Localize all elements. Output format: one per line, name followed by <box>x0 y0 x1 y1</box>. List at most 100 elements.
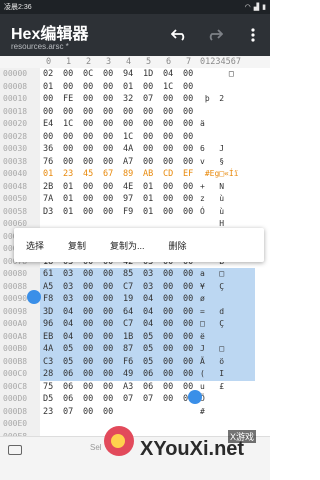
row-text[interactable]: v § <box>200 157 224 166</box>
hex-byte[interactable]: 00 <box>163 282 173 292</box>
hex-byte[interactable]: 06 <box>63 394 73 404</box>
hex-byte[interactable]: 00 <box>183 194 193 204</box>
hex-byte[interactable]: 01 <box>143 182 153 192</box>
hex-byte[interactable]: 05 <box>63 344 73 354</box>
hex-byte[interactable]: 00 <box>183 157 193 167</box>
hex-byte[interactable]: 00 <box>143 82 153 92</box>
hex-byte[interactable]: 00 <box>103 207 113 217</box>
hex-byte[interactable]: 1B <box>123 332 133 342</box>
hex-byte[interactable]: 00 <box>43 94 53 104</box>
row-text[interactable]: ¥ Ç <box>200 282 224 291</box>
hex-byte[interactable]: AB <box>143 169 153 179</box>
hex-byte[interactable]: 7A <box>43 194 53 204</box>
hex-byte[interactable]: 00 <box>163 182 173 192</box>
hex-byte[interactable]: 00 <box>83 294 93 304</box>
row-text[interactable]: ä <box>200 119 205 128</box>
hex-byte[interactable]: 67 <box>103 169 113 179</box>
hex-byte[interactable]: 00 <box>163 144 173 154</box>
hex-row[interactable]: 00088 A5 03 00 00 C7 03 00 00 ¥ Ç <box>0 281 270 294</box>
hex-row[interactable]: 00040 01 23 45 67 89 AB CD EF #Eg□«Íï <box>0 168 270 181</box>
row-text[interactable]: J □ <box>200 344 224 353</box>
hex-byte[interactable]: 07 <box>143 94 153 104</box>
hex-byte[interactable]: 75 <box>43 382 53 392</box>
hex-byte[interactable]: 3D <box>43 307 53 317</box>
hex-byte[interactable]: 1C <box>63 119 73 129</box>
hex-row[interactable]: 00098 3D 04 00 00 64 04 00 00 = d <box>0 306 270 319</box>
hex-byte[interactable]: 00 <box>183 369 193 379</box>
hex-byte[interactable]: 1C <box>123 132 133 142</box>
hex-byte[interactable]: 00 <box>183 69 193 79</box>
hex-byte[interactable]: 03 <box>143 269 153 279</box>
hex-byte[interactable]: 49 <box>123 369 133 379</box>
selection-start-handle[interactable] <box>27 290 41 304</box>
hex-byte[interactable]: 00 <box>123 107 133 117</box>
hex-byte[interactable]: 00 <box>183 144 193 154</box>
hex-byte[interactable]: 00 <box>83 194 93 204</box>
hex-byte[interactable]: 89 <box>123 169 133 179</box>
hex-byte[interactable]: 06 <box>143 382 153 392</box>
hex-byte[interactable]: 00 <box>103 394 113 404</box>
hex-row[interactable]: 000C8 75 06 00 00 A3 06 00 00 u £ <box>0 381 270 394</box>
hex-byte[interactable]: 04 <box>63 332 73 342</box>
hex-byte[interactable]: 00 <box>183 344 193 354</box>
hex-byte[interactable]: 00 <box>183 119 193 129</box>
hex-byte[interactable]: D3 <box>43 207 53 217</box>
hex-byte[interactable]: 00 <box>183 132 193 142</box>
hex-byte[interactable]: 00 <box>143 144 153 154</box>
hex-byte[interactable]: 00 <box>163 194 173 204</box>
hex-byte[interactable]: 1D <box>143 69 153 79</box>
hex-byte[interactable]: 00 <box>183 82 193 92</box>
row-text[interactable]: = d <box>200 307 224 316</box>
hex-byte[interactable]: 97 <box>123 194 133 204</box>
hex-row[interactable]: 00010 00 FE 00 00 32 07 00 00 þ 2 <box>0 93 270 106</box>
hex-byte[interactable]: 00 <box>183 107 193 117</box>
hex-byte[interactable]: 06 <box>143 369 153 379</box>
hex-byte[interactable]: 01 <box>63 207 73 217</box>
hex-byte[interactable]: 00 <box>83 144 93 154</box>
hex-byte[interactable]: 00 <box>83 307 93 317</box>
hex-byte[interactable]: 00 <box>103 319 113 329</box>
menu-item-copy-as[interactable]: 复制为... <box>98 239 157 252</box>
hex-byte[interactable]: 00 <box>83 269 93 279</box>
hex-byte[interactable]: 00 <box>43 132 53 142</box>
row-text[interactable]: a □ <box>200 269 224 278</box>
hex-byte[interactable]: C7 <box>123 282 133 292</box>
hex-byte[interactable]: 00 <box>83 82 93 92</box>
hex-byte[interactable]: 00 <box>183 332 193 342</box>
hex-byte[interactable]: 00 <box>83 357 93 367</box>
hex-byte[interactable]: 00 <box>83 107 93 117</box>
hex-row[interactable]: 00018 00 00 00 00 00 00 00 00 <box>0 106 270 119</box>
hex-byte[interactable]: 00 <box>63 157 73 167</box>
hex-byte[interactable]: 07 <box>143 394 153 404</box>
hex-byte[interactable]: 00 <box>183 307 193 317</box>
hex-byte[interactable]: A7 <box>123 157 133 167</box>
hex-byte[interactable]: 03 <box>63 282 73 292</box>
row-text[interactable]: + N <box>200 182 224 191</box>
hex-byte[interactable]: 00 <box>163 132 173 142</box>
row-text[interactable]: z ù <box>200 194 224 203</box>
hex-byte[interactable]: 00 <box>163 344 173 354</box>
hex-byte[interactable]: 23 <box>43 407 53 417</box>
hex-byte[interactable]: 76 <box>43 157 53 167</box>
hex-byte[interactable]: 00 <box>163 369 173 379</box>
hex-byte[interactable]: 03 <box>63 294 73 304</box>
hex-byte[interactable]: 00 <box>103 269 113 279</box>
hex-byte[interactable]: 00 <box>103 307 113 317</box>
hex-byte[interactable]: 00 <box>103 332 113 342</box>
hex-byte[interactable]: 00 <box>163 107 173 117</box>
hex-byte[interactable]: 05 <box>143 357 153 367</box>
hex-byte[interactable]: A3 <box>123 382 133 392</box>
hex-byte[interactable]: 00 <box>163 269 173 279</box>
hex-row[interactable]: 00008 01 00 00 00 01 00 1C 00 <box>0 81 270 94</box>
hex-row[interactable]: 00048 2B 01 00 00 4E 01 00 00 + N <box>0 181 270 194</box>
hex-byte[interactable]: 00 <box>83 394 93 404</box>
hex-byte[interactable]: 07 <box>63 407 73 417</box>
hex-byte[interactable]: 04 <box>143 307 153 317</box>
hex-byte[interactable]: 00 <box>103 107 113 117</box>
hex-byte[interactable]: 00 <box>143 107 153 117</box>
hex-byte[interactable]: 00 <box>83 94 93 104</box>
hex-byte[interactable]: C3 <box>43 357 53 367</box>
row-text[interactable]: ( I <box>200 369 224 378</box>
row-text[interactable]: Ã ö <box>200 357 224 366</box>
hex-byte[interactable]: 00 <box>163 294 173 304</box>
